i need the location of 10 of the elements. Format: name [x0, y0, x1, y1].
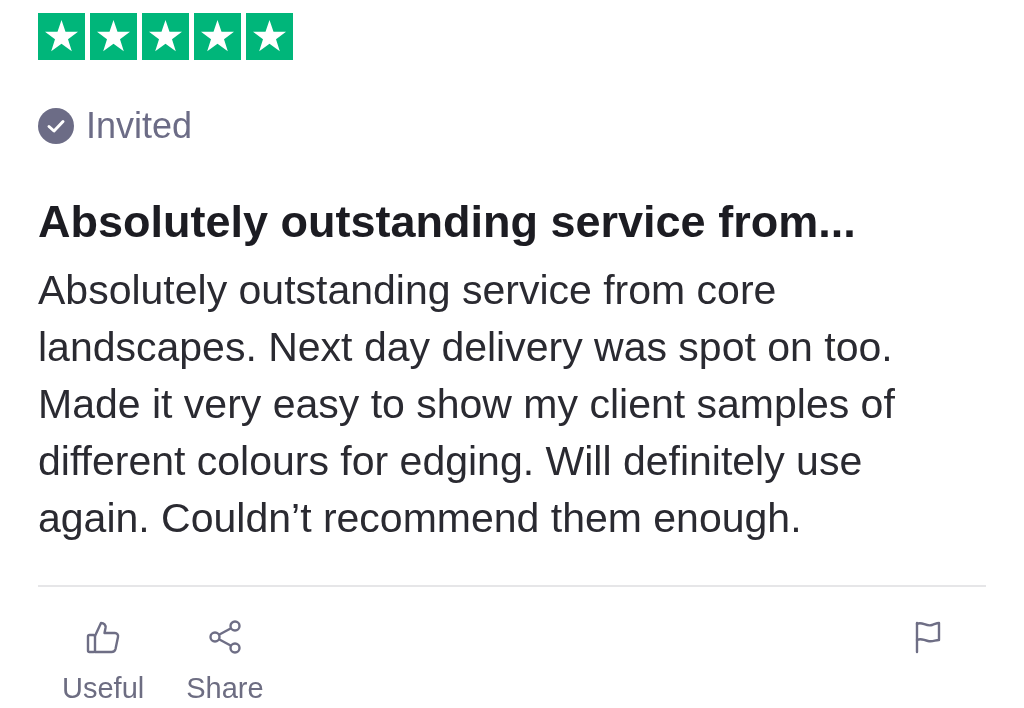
share-icon [206, 619, 243, 655]
flag-icon [914, 619, 942, 655]
share-button[interactable]: Share [186, 619, 264, 704]
useful-button[interactable]: Useful [62, 619, 145, 704]
invited-label: Invited [86, 106, 193, 146]
review-text: Absolutely outstanding service from core landscapes. Next day delivery was spot on too. Made it very easy to show my client samples of different colours for edging. Will definitely use again. Couldn’t recommend them enough. [38, 266, 896, 543]
check-icon [38, 108, 74, 144]
thumbs-up-icon [85, 619, 122, 655]
review-title: Absolutely outstanding service from... [38, 196, 856, 248]
report-button[interactable] [914, 619, 942, 655]
